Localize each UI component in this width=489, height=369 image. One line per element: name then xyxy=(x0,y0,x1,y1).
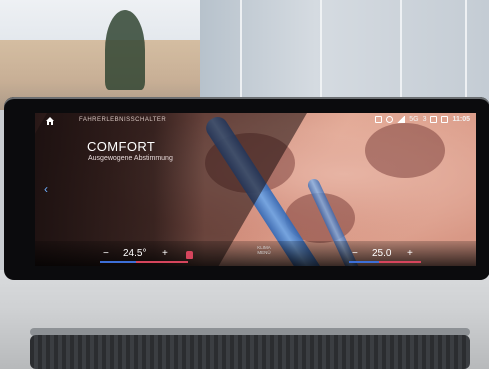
status-bar: FAHRERLEBNISSCHALTER 5G 3 11:05 xyxy=(35,114,476,128)
chevron-left-icon[interactable]: ‹ xyxy=(44,183,56,195)
climate-right: − 25.0 + xyxy=(347,246,427,266)
window-frame xyxy=(240,0,242,110)
window-frame xyxy=(320,0,322,110)
temp-left-warm-bar xyxy=(136,261,188,263)
settings-icon xyxy=(386,116,394,123)
home-icon[interactable] xyxy=(45,116,55,126)
window-frame xyxy=(400,0,402,110)
temp-left-increase-button[interactable]: + xyxy=(162,248,168,259)
clock: 11:05 xyxy=(452,116,470,123)
battery-icon xyxy=(375,116,383,123)
temp-right-increase-button[interactable]: + xyxy=(407,248,413,259)
section-title: FAHRERLEBNISSCHALTER xyxy=(79,117,167,123)
window-frame xyxy=(465,0,467,110)
temp-right-number: 25.0 xyxy=(372,248,392,259)
temp-left-number: 24.5 xyxy=(123,248,143,259)
phone-icon xyxy=(430,116,438,123)
temp-left-decrease-button[interactable]: − xyxy=(103,248,109,259)
mode-title: COMFORT xyxy=(87,139,156,154)
temp-right-warm-bar xyxy=(379,261,421,263)
signal-icon xyxy=(397,116,406,123)
climate-menu-button[interactable]: KLIMA MENÜ xyxy=(252,245,276,255)
infotainment-screen xyxy=(35,113,476,266)
temp-right-cold-bar xyxy=(349,261,379,263)
network-label: 5G xyxy=(409,116,419,123)
mode-subtitle: Ausgewogene Abstimmung xyxy=(88,155,173,162)
seat-heating-icon[interactable] xyxy=(186,251,193,259)
climate-menu-line2: MENÜ xyxy=(257,250,271,255)
background-window xyxy=(200,0,489,110)
message-icon xyxy=(441,116,449,123)
temp-left-unit: ° xyxy=(142,248,147,259)
status-icons: 5G 3 11:05 xyxy=(375,116,470,123)
sim-count: 3 xyxy=(422,116,427,123)
air-vent xyxy=(30,335,470,369)
temp-left-value: 24.5° xyxy=(123,248,146,259)
background-tree xyxy=(105,10,145,90)
photo: FAHRERLEBNISSCHALTER 5G 3 11:05 COMFORT … xyxy=(0,0,489,369)
terrain-ridge xyxy=(365,123,445,178)
temp-right-decrease-button[interactable]: − xyxy=(352,248,358,259)
temp-left-cold-bar xyxy=(100,261,136,263)
